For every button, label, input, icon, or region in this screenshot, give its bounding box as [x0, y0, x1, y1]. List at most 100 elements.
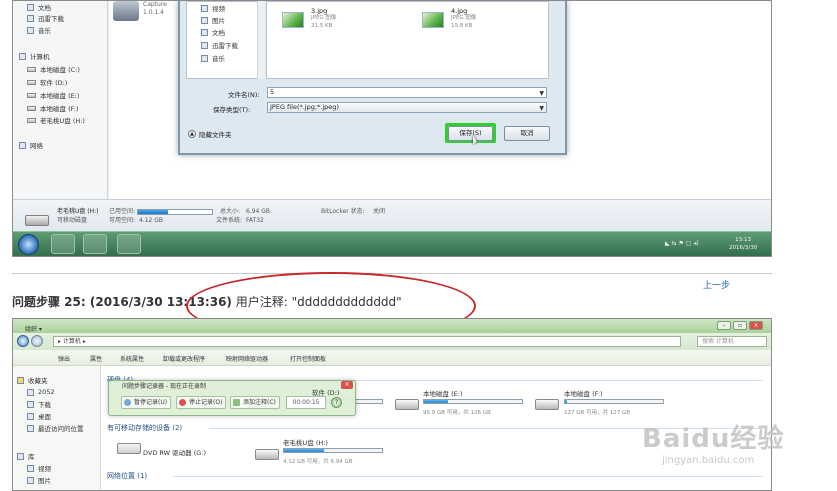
file-name-4[interactable]: 4.jpg	[451, 7, 467, 15]
nav-desktop[interactable]: 桌面	[27, 410, 51, 422]
nav-item-computer[interactable]: 计算机	[19, 50, 50, 62]
total-size-label: 总大小:	[220, 208, 241, 215]
file-thumbnail-4[interactable]	[422, 12, 444, 28]
drive-d-name[interactable]: 软件 (D:)	[312, 387, 339, 397]
nav-downloads[interactable]: 下载	[27, 398, 51, 410]
drive-icon	[395, 399, 419, 410]
usb-drive-icon	[255, 449, 279, 460]
nav-pictures[interactable]: 图片	[27, 474, 51, 486]
star-icon	[17, 376, 24, 384]
nav-item-downloads[interactable]: 迅雷下载	[27, 12, 64, 24]
drive-e-bar	[423, 399, 523, 404]
save-dialog-screenshot: 文档 迅雷下载 音乐 计算机 本地磁盘 (C:) 软件 (D:) 本地磁盘 (E…	[12, 0, 772, 257]
drive-f-bar-fill	[565, 400, 567, 403]
nav-item-drive-e[interactable]: 本地磁盘 (E:)	[27, 89, 79, 101]
cmd-system-properties[interactable]: 系统属性	[120, 354, 144, 363]
folder-icon	[27, 388, 34, 396]
drive-f-name[interactable]: 本地磁盘 (F:)	[564, 388, 603, 398]
nav-recent[interactable]: 最近访问的位置	[27, 422, 84, 434]
device-name: 老毛桃U盘 (H:)	[57, 208, 99, 215]
close-icon[interactable]: ×	[341, 381, 353, 389]
search-input[interactable]: 搜索 计算机	[697, 336, 767, 347]
cancel-button[interactable]: 取消	[504, 126, 550, 141]
usb-drive-bar	[283, 448, 383, 453]
nav-item-drive-f[interactable]: 本地磁盘 (F:)	[27, 102, 79, 114]
cmd-organize[interactable]: 组织 ▾	[25, 324, 42, 333]
back-arrow-icon[interactable]	[17, 335, 29, 347]
filename-label: 文件名(N):	[228, 91, 260, 99]
section-removable[interactable]: 有可移动存储的设备 (2)	[107, 423, 182, 433]
nav-item-drive-d[interactable]: 软件 (D:)	[27, 76, 67, 88]
nav-item-music[interactable]: 音乐	[27, 24, 51, 36]
system-tray-icons[interactable]: ◣ ⇆ ⚑ ▢ ◂)	[665, 240, 699, 247]
add-note-button[interactable]: 添加注释(C)	[230, 396, 280, 409]
download-icon	[27, 400, 34, 408]
drive-e-name[interactable]: 本地磁盘 (E:)	[423, 388, 462, 398]
help-icon[interactable]: ?	[331, 397, 342, 408]
taskbar-explorer-button[interactable]	[83, 234, 107, 254]
usb-drive-icon	[25, 215, 49, 226]
folder-icon	[27, 14, 34, 22]
total-size-value: 6.94 GB	[246, 208, 271, 215]
usage-bar	[137, 209, 213, 215]
file-thumbnail-3[interactable]	[282, 12, 304, 28]
capture-app-icon[interactable]	[113, 1, 139, 21]
file-type-4: JPEG 图像	[451, 15, 477, 21]
used-space-label: 已用空间:	[109, 208, 136, 215]
close-icon[interactable]: ×	[749, 321, 763, 330]
cmd-eject[interactable]: 弹出	[58, 354, 70, 363]
nav-2052[interactable]: 2052	[27, 386, 55, 398]
usb-drive-name[interactable]: 老毛桃U盘 (H:)	[283, 437, 328, 447]
save-button[interactable]: 保存(S)	[448, 126, 493, 141]
stop-icon	[179, 399, 186, 406]
nav-favorites[interactable]: 收藏夹	[17, 374, 48, 386]
nav-item-network[interactable]: 网络	[19, 139, 43, 151]
cmd-control-panel[interactable]: 打开控制面板	[290, 354, 326, 363]
taskbar-recorder-button[interactable]	[117, 234, 141, 254]
previous-step-link[interactable]: 上一步	[703, 278, 730, 291]
desktop-icon	[27, 412, 34, 420]
cmd-properties[interactable]: 属性	[90, 354, 102, 363]
dvd-drive-icon	[117, 443, 141, 454]
taskbar-ie-button[interactable]	[51, 234, 75, 254]
nav-libraries[interactable]: 库	[17, 450, 35, 462]
add-note-icon	[233, 399, 240, 406]
pause-recording-button[interactable]: 暂停记录(U)	[121, 396, 172, 409]
chevron-down-icon[interactable]: ▼	[539, 104, 544, 113]
music-icon	[27, 26, 34, 34]
maximize-icon[interactable]: ▫	[733, 321, 747, 330]
chevron-down-icon[interactable]: ▼	[539, 89, 544, 98]
savetype-select[interactable]: JPEG file(*.jpg;*.jpeg) ▼	[267, 102, 547, 113]
hide-folders-toggle[interactable]: ▲ 隐藏文件夹	[188, 129, 232, 139]
dialog-tree-scrollbar[interactable]	[257, 1, 265, 79]
filename-input[interactable]: 5 ▼	[267, 87, 547, 98]
music-icon	[201, 54, 208, 62]
bitlocker-label: BitLocker 状态:	[321, 208, 365, 215]
dialog-folder-pictures[interactable]: 图片	[201, 14, 225, 26]
nav-item-drive-h[interactable]: 老毛桃U盘 (H:)	[27, 114, 85, 126]
forward-arrow-icon[interactable]	[31, 335, 43, 347]
usb-drive-bar-fill	[284, 449, 325, 452]
dvd-drive-name[interactable]: DVD RW 驱动器 (G:)	[143, 447, 206, 457]
cmd-map-drive[interactable]: 映射网络驱动器	[226, 354, 268, 363]
address-bar[interactable]: ▸ 计算机 ▸	[53, 336, 681, 347]
drive-f-sub: 127 GB 可用，共 127 GB	[564, 410, 631, 416]
nav-videos[interactable]: 视频	[27, 462, 51, 474]
start-button[interactable]	[18, 234, 39, 255]
recording-timer: 00:00:15	[286, 396, 326, 409]
dialog-folder-video[interactable]: 视频	[201, 2, 225, 14]
section-network[interactable]: 网络位置 (1)	[107, 471, 147, 481]
dialog-folder-documents[interactable]: 文档	[201, 26, 225, 38]
cmd-uninstall[interactable]: 卸载或更改程序	[163, 354, 205, 363]
stop-recording-button[interactable]: 停止记录(O)	[176, 396, 227, 409]
nav-item-drive-c[interactable]: 本地磁盘 (C:)	[27, 63, 80, 75]
network-icon	[19, 141, 26, 149]
file-name-3[interactable]: 3.jpg	[311, 7, 327, 15]
minimize-icon[interactable]: –	[717, 321, 731, 330]
taskbar-clock[interactable]: 13:13 2016/3/30	[729, 236, 757, 252]
drive-e-sub: 95.9 GB 可用，共 126 GB	[423, 410, 491, 416]
file-system-value: FAT32	[246, 217, 264, 224]
dialog-folder-downloads[interactable]: 迅雷下载	[201, 39, 238, 51]
dialog-folder-music[interactable]: 音乐	[201, 52, 225, 64]
window-titlebar	[13, 319, 771, 333]
